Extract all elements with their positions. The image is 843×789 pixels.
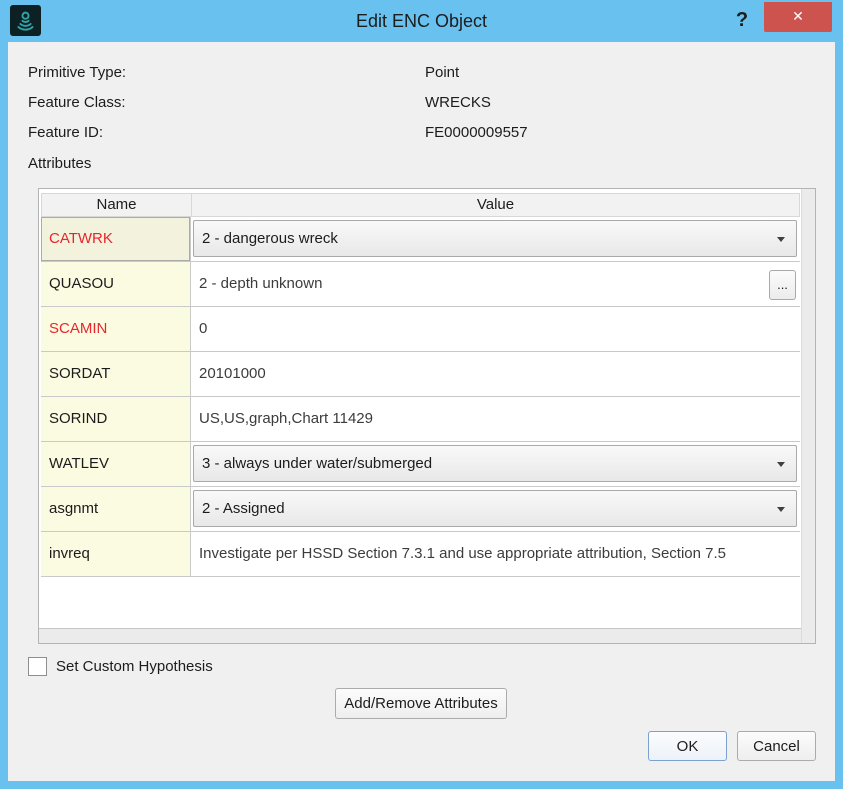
scamin-value-text: 0	[199, 320, 208, 337]
quasou-ellipsis-button[interactable]: ...	[769, 270, 796, 300]
column-header-name[interactable]: Name	[42, 194, 192, 216]
asgnmt-dropdown[interactable]: 2 - Assigned	[193, 490, 797, 527]
attr-name-quasou[interactable]: QUASOU	[41, 262, 191, 307]
quasou-value-text: 2 - depth unknown	[199, 275, 323, 292]
attr-value-cell-invreq[interactable]: Investigate per HSSD Section 7.3.1 and u…	[191, 532, 800, 577]
catwrk-dropdown-value: 2 - dangerous wreck	[202, 230, 338, 247]
watlev-dropdown-value: 3 - always under water/submerged	[202, 455, 433, 472]
attr-name-asgnmt[interactable]: asgnmt	[41, 487, 191, 532]
watlev-dropdown[interactable]: 3 - always under water/submerged	[193, 445, 797, 482]
attr-value-cell-watlev: 3 - always under water/submerged	[191, 442, 800, 487]
ok-button[interactable]: OK	[648, 731, 727, 761]
attr-name-invreq[interactable]: invreq	[41, 532, 191, 577]
attr-value-cell-scamin[interactable]: 0	[191, 307, 800, 352]
asgnmt-dropdown-value: 2 - Assigned	[202, 500, 285, 517]
table-row: SORIND US,US,graph,Chart 11429	[41, 397, 800, 442]
close-button[interactable]: ✕	[764, 2, 832, 32]
attributes-grid: Name Value CATWRK 2 - dangerous wreck QU…	[39, 189, 800, 627]
set-custom-hypothesis-label: Set Custom Hypothesis	[56, 658, 213, 675]
sorind-value-text: US,US,graph,Chart 11429	[199, 410, 373, 427]
set-custom-hypothesis-checkbox[interactable]	[28, 657, 47, 676]
table-row: CATWRK 2 - dangerous wreck	[41, 217, 800, 262]
attributes-section-label: Attributes	[28, 155, 92, 172]
add-remove-attributes-button[interactable]: Add/Remove Attributes	[335, 688, 507, 719]
primitive-type-value: Point	[425, 64, 460, 81]
feature-class-value: WRECKS	[425, 94, 491, 111]
help-button[interactable]: ?	[727, 2, 757, 38]
feature-id-value: FE0000009557	[425, 124, 528, 141]
attr-name-catwrk[interactable]: CATWRK	[41, 217, 191, 262]
sordat-value-text: 20101000	[199, 365, 266, 382]
table-row: WATLEV 3 - always under water/submerged	[41, 442, 800, 487]
vertical-scrollbar[interactable]	[801, 189, 815, 643]
table-row: QUASOU 2 - depth unknown ...	[41, 262, 800, 307]
catwrk-dropdown[interactable]: 2 - dangerous wreck	[193, 220, 797, 257]
table-row: invreq Investigate per HSSD Section 7.3.…	[41, 532, 800, 577]
attributes-table: Name Value CATWRK 2 - dangerous wreck QU…	[38, 188, 816, 644]
attr-name-sorind[interactable]: SORIND	[41, 397, 191, 442]
table-row: asgnmt 2 - Assigned	[41, 487, 800, 532]
window-title: Edit ENC Object	[355, 11, 488, 31]
close-icon: ✕	[792, 8, 804, 24]
dialog-content: Primitive Type: Point Feature Class: WRE…	[8, 42, 835, 781]
primitive-type-label: Primitive Type:	[28, 64, 127, 81]
attr-value-cell-sordat[interactable]: 20101000	[191, 352, 800, 397]
table-row: SCAMIN 0	[41, 307, 800, 352]
feature-class-label: Feature Class:	[28, 94, 126, 111]
invreq-value-text: Investigate per HSSD Section 7.3.1 and u…	[199, 545, 726, 562]
cancel-button[interactable]: Cancel	[737, 731, 816, 761]
attr-value-cell-asgnmt: 2 - Assigned	[191, 487, 800, 532]
attr-value-cell-catwrk: 2 - dangerous wreck	[191, 217, 800, 262]
table-row: SORDAT 20101000	[41, 352, 800, 397]
table-header: Name Value	[41, 193, 800, 217]
feature-id-label: Feature ID:	[28, 124, 104, 141]
edit-enc-object-dialog: Edit ENC Object ? ✕ Primitive Type: Poin…	[0, 0, 843, 789]
attr-value-cell-quasou[interactable]: 2 - depth unknown ...	[191, 262, 800, 307]
titlebar[interactable]: Edit ENC Object ? ✕	[0, 0, 843, 42]
chevron-down-icon	[777, 461, 785, 467]
chevron-down-icon	[777, 236, 785, 242]
attr-name-scamin[interactable]: SCAMIN	[41, 307, 191, 352]
horizontal-scrollbar[interactable]	[39, 628, 801, 643]
column-header-value[interactable]: Value	[192, 194, 799, 216]
attr-name-watlev[interactable]: WATLEV	[41, 442, 191, 487]
attr-value-cell-sorind[interactable]: US,US,graph,Chart 11429	[191, 397, 800, 442]
attr-name-sordat[interactable]: SORDAT	[41, 352, 191, 397]
chevron-down-icon	[777, 506, 785, 512]
